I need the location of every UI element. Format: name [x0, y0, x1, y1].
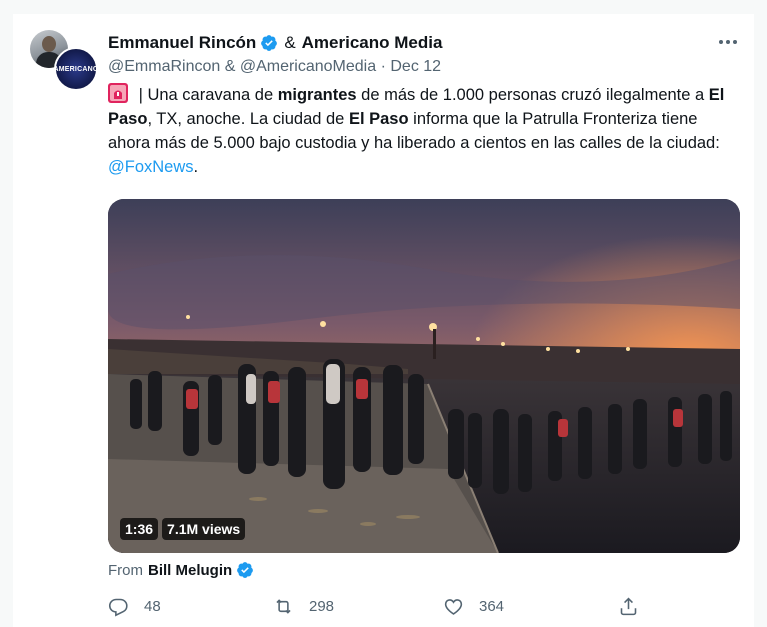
verified-badge-icon — [261, 35, 278, 51]
author-name-secondary[interactable]: Americano Media — [302, 33, 443, 53]
video-duration: 1:36 — [120, 518, 159, 540]
tweet-actions: 48 298 364 — [108, 596, 648, 620]
video-badge: 1:36 7.1M views — [120, 518, 246, 540]
text-bold-el-paso-2: El Paso — [348, 110, 409, 128]
more-horizontal-icon[interactable] — [713, 32, 743, 52]
share-icon — [620, 597, 637, 616]
more-dots-icon — [719, 40, 737, 44]
avatar-head — [42, 36, 56, 52]
author-names: Emmanuel Rincón & Americano Media — [108, 33, 442, 53]
reply-button[interactable]: 48 — [108, 596, 161, 617]
text-part-5: . — [193, 158, 199, 176]
tweet-text: | Una caravana de migrantes de más de 1.… — [108, 83, 738, 179]
avatar-logo-text: AMERICANO — [53, 65, 99, 73]
siren-emoji-icon — [108, 83, 128, 103]
share-button[interactable] — [618, 596, 654, 617]
retweet-count: 298 — [309, 598, 335, 615]
from-name[interactable]: Bill Melugin — [148, 562, 232, 579]
text-bold-migrantes: migrantes — [277, 86, 357, 104]
text-part-3: , TX, anoche. La ciudad de — [147, 110, 349, 128]
like-count: 364 — [479, 598, 505, 615]
from-label: From — [108, 561, 143, 579]
author-handles[interactable]: @EmmaRincon & @AmericanoMedia — [108, 58, 376, 75]
author-conjunction: & — [284, 33, 296, 52]
retweet-button[interactable]: 298 — [273, 596, 334, 617]
text-part-2: de más de 1.000 personas cruzó ilegalmen… — [356, 86, 709, 104]
text-part-1: | Una caravana de — [134, 86, 278, 104]
verified-badge-icon — [237, 562, 254, 578]
tweet-card[interactable]: AMERICANO Emmanuel Rincón & Americano Me… — [13, 14, 754, 627]
heart-icon — [444, 599, 463, 615]
video-thumbnail — [108, 199, 740, 553]
video-views: 7.1M views — [162, 518, 246, 540]
reply-icon — [108, 598, 128, 617]
avatars[interactable]: AMERICANO — [30, 30, 98, 91]
separator-dot: · — [380, 58, 386, 75]
avatar-americano-media[interactable]: AMERICANO — [54, 47, 98, 91]
tweet-date[interactable]: Dec 12 — [390, 58, 441, 75]
media-attribution: From Bill Melugin — [108, 561, 260, 579]
like-button[interactable]: 364 — [443, 596, 504, 617]
reply-count: 48 — [144, 598, 161, 615]
retweet-icon — [276, 599, 291, 614]
mention-link-foxnews[interactable]: @FoxNews — [108, 158, 194, 176]
video-player[interactable]: 1:36 7.1M views — [108, 199, 740, 553]
author-name-primary[interactable]: Emmanuel Rincón — [108, 33, 256, 53]
handle-row: @EmmaRincon & @AmericanoMedia · Dec 12 — [108, 58, 441, 76]
